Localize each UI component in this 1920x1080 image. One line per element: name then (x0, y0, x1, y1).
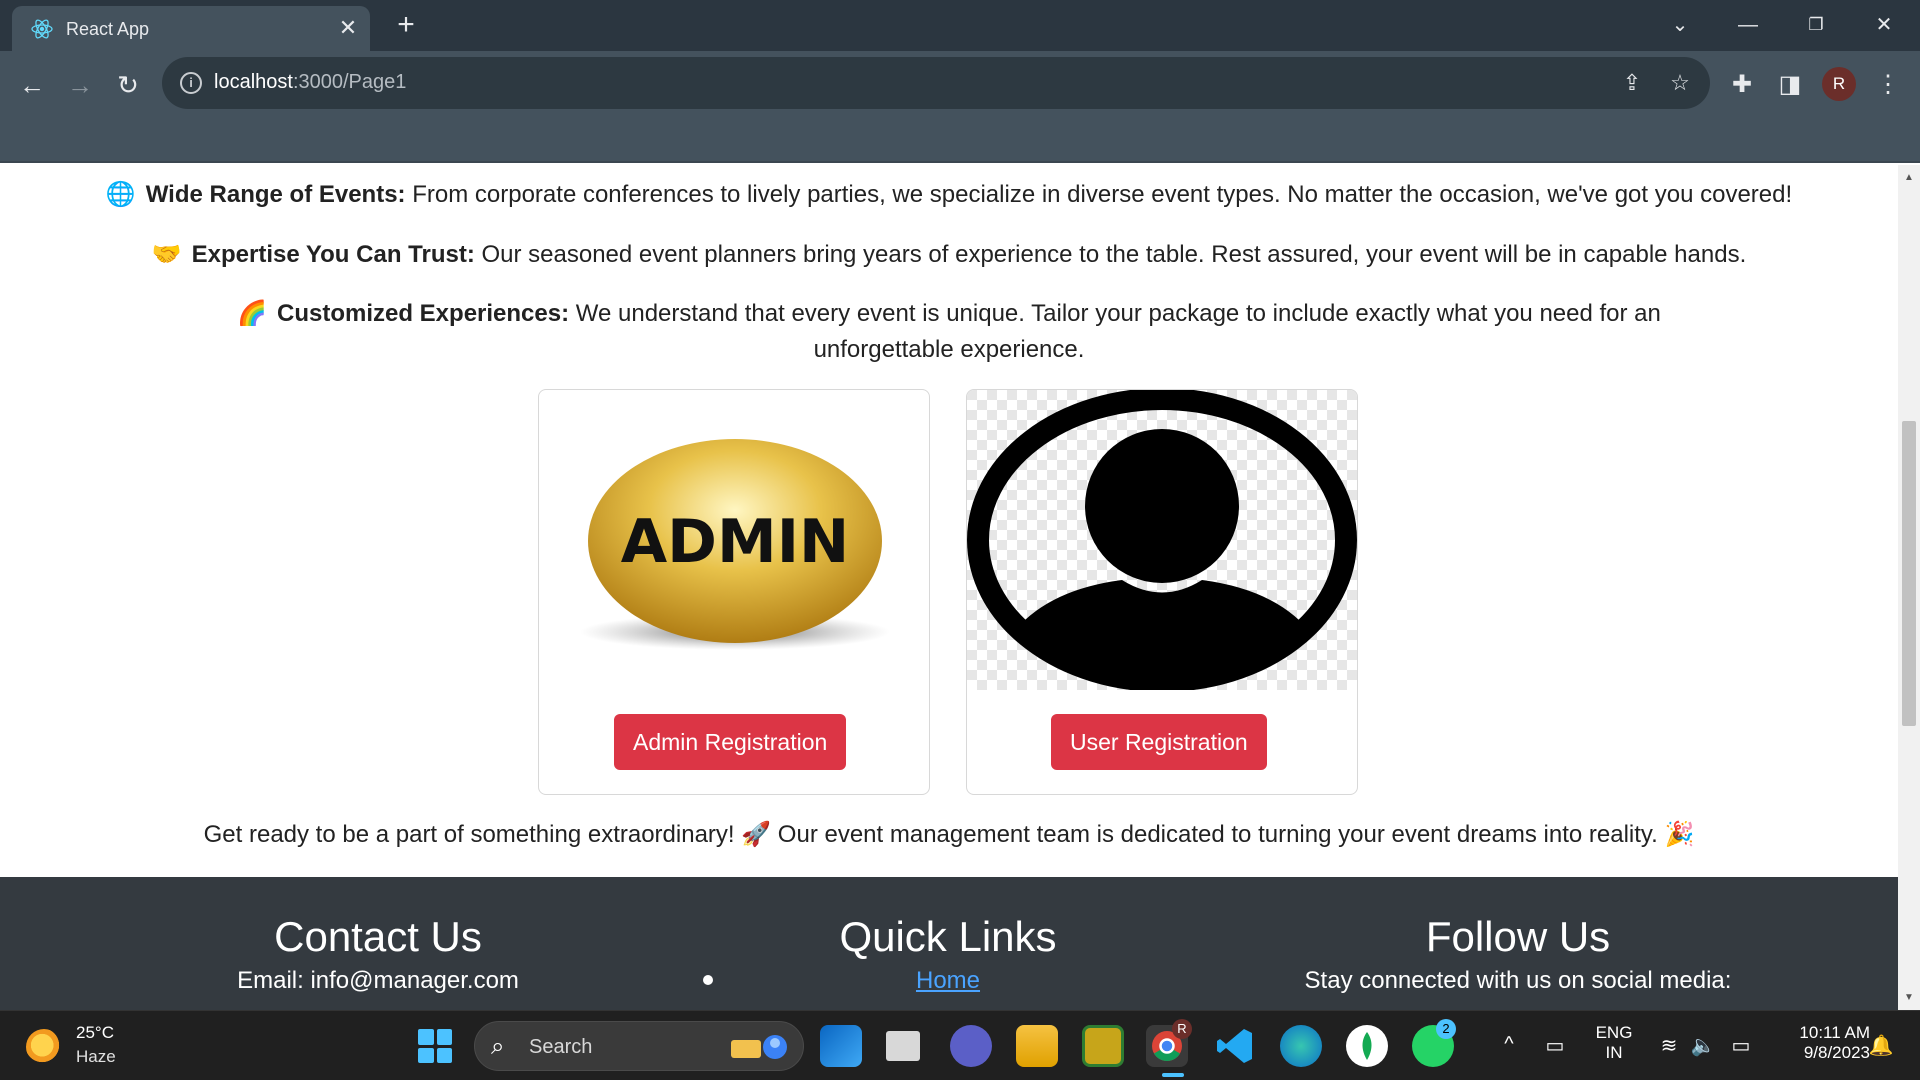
whatsapp-icon[interactable]: 2 (1412, 1019, 1456, 1067)
weather-temperature[interactable]: 25°C (76, 1023, 114, 1043)
vscode-icon[interactable] (1214, 1025, 1256, 1067)
contact-heading: Contact Us (274, 913, 482, 960)
chrome-profile-badge: R (1172, 1019, 1192, 1039)
tab-close-icon[interactable]: ✕ (334, 14, 362, 42)
user-registration-button[interactable]: User Registration (1051, 714, 1267, 770)
admin-card: ADMIN Admin Registration (538, 389, 930, 795)
scroll-up-arrow-icon[interactable]: ▲ (1902, 171, 1916, 185)
tab-search-chevron-icon[interactable]: ⌄ (1656, 8, 1704, 42)
extensions-puzzle-icon[interactable]: ✚ (1726, 69, 1758, 101)
close-window-button[interactable]: ✕ (1860, 8, 1908, 42)
follow-heading: Follow Us (1425, 913, 1611, 960)
chrome-app-tile[interactable]: R (1146, 1019, 1192, 1067)
url-text[interactable]: localhost:3000/Page1 (214, 71, 406, 94)
battery-icon[interactable]: ▭ (1728, 1033, 1754, 1058)
footer: Contact Us Email: info@manager.com Quick… (0, 877, 1898, 1010)
page-viewport: 🌐 Wide Range of Events: From corporate co… (0, 165, 1898, 1010)
home-link[interactable]: Home (916, 967, 980, 994)
quick-links-list: Home (668, 967, 1228, 995)
tab-react-app[interactable]: React App ✕ (12, 6, 370, 51)
wifi-icon[interactable]: ≋ (1656, 1033, 1682, 1058)
back-arrow-icon[interactable]: ← (14, 67, 50, 103)
page-scrollbar[interactable]: ▲ ▼ (1898, 165, 1920, 1010)
site-info-icon[interactable]: i (180, 72, 202, 94)
chrome-active-indicator (1162, 1073, 1184, 1077)
restore-button[interactable]: ❐ (1792, 8, 1840, 42)
feature-customized: 🌈 Customized Experiences: We understand t… (0, 296, 1898, 368)
admin-badge-image: ADMIN (580, 439, 890, 650)
browser-toolbar: ← → ↻ i localhost:3000/Page1 ⇪ ☆ ✚ ◨ R ⋮ (0, 51, 1920, 163)
scroll-down-arrow-icon[interactable]: ▼ (1902, 991, 1916, 1005)
profile-avatar[interactable]: R (1822, 67, 1856, 101)
weather-haze-icon[interactable] (26, 1029, 62, 1065)
file-explorer-icon[interactable] (1016, 1025, 1058, 1067)
show-hidden-icons-chevron[interactable]: ^ (1496, 1033, 1522, 1056)
volume-icon[interactable]: 🔈 (1690, 1033, 1716, 1058)
admin-registration-button[interactable]: Admin Registration (614, 714, 847, 770)
share-icon[interactable]: ⇪ (1618, 69, 1646, 97)
new-tab-button[interactable]: + (390, 10, 422, 42)
search-icon: ⌕ (491, 1033, 505, 1060)
side-panel-icon[interactable]: ◨ (1774, 69, 1806, 101)
globe-icon: 🌐 (105, 181, 136, 208)
rainbow-icon: 🌈 (237, 300, 267, 327)
browser-menu-icon[interactable]: ⋮ (1872, 69, 1904, 101)
quick-links-heading: Quick Links (839, 913, 1057, 960)
whatsapp-notification-badge: 2 (1436, 1019, 1456, 1039)
follow-text: Stay connected with us on social media: (1304, 967, 1732, 994)
feature-expertise: 🤝 Expertise You Can Trust: Our seasoned e… (0, 237, 1898, 273)
language-indicator[interactable]: ENG IN (1592, 1023, 1636, 1063)
user-avatar-icon (967, 390, 1357, 690)
scroll-thumb[interactable] (1902, 421, 1916, 726)
notification-bell-icon[interactable]: 🔔 (1868, 1033, 1894, 1058)
handshake-icon: 🤝 (151, 241, 182, 268)
tab-title: React App (66, 19, 150, 39)
search-highlight-icon (731, 1035, 787, 1059)
taskbar: 25°C Haze ⌕ Search R 2 ^ ▭ ENG IN ≋ 🔈 ▭ … (0, 1010, 1920, 1080)
minimize-button[interactable]: — (1724, 8, 1772, 42)
svg-text:ADMIN: ADMIN (621, 507, 850, 577)
photos-gallery-icon[interactable] (1082, 1025, 1124, 1067)
browser-tabstrip: React App ✕ + ⌄ — ❐ ✕ (0, 0, 1920, 51)
forward-arrow-icon[interactable]: → (62, 67, 98, 103)
bookmark-star-icon[interactable]: ☆ (1666, 69, 1694, 97)
weather-description[interactable]: Haze (76, 1047, 116, 1067)
mongodb-compass-icon[interactable] (1346, 1025, 1388, 1067)
contact-email: Email: info@manager.com (237, 967, 519, 994)
user-card: User Registration (966, 389, 1358, 795)
teams-chat-icon[interactable] (950, 1025, 992, 1067)
tagline-text: Get ready to be a part of something extr… (203, 821, 1695, 848)
task-view-icon[interactable] (886, 1031, 920, 1061)
reload-icon[interactable]: ↻ (110, 67, 146, 103)
address-bar[interactable]: i localhost:3000/Page1 ⇪ ☆ (162, 57, 1710, 109)
clock[interactable]: 10:11 AM 9/8/2023 (1770, 1023, 1870, 1063)
edge-icon[interactable] (1280, 1025, 1322, 1067)
react-icon (31, 19, 53, 39)
windows-start-icon[interactable] (418, 1029, 452, 1063)
edge-preview-icon[interactable] (820, 1025, 862, 1067)
search-placeholder: Search (529, 1036, 593, 1058)
keyboard-layout-icon[interactable]: ▭ (1542, 1033, 1568, 1058)
feature-wide-range: 🌐 Wide Range of Events: From corporate co… (0, 177, 1898, 213)
taskbar-search-box[interactable]: ⌕ Search (474, 1021, 804, 1071)
